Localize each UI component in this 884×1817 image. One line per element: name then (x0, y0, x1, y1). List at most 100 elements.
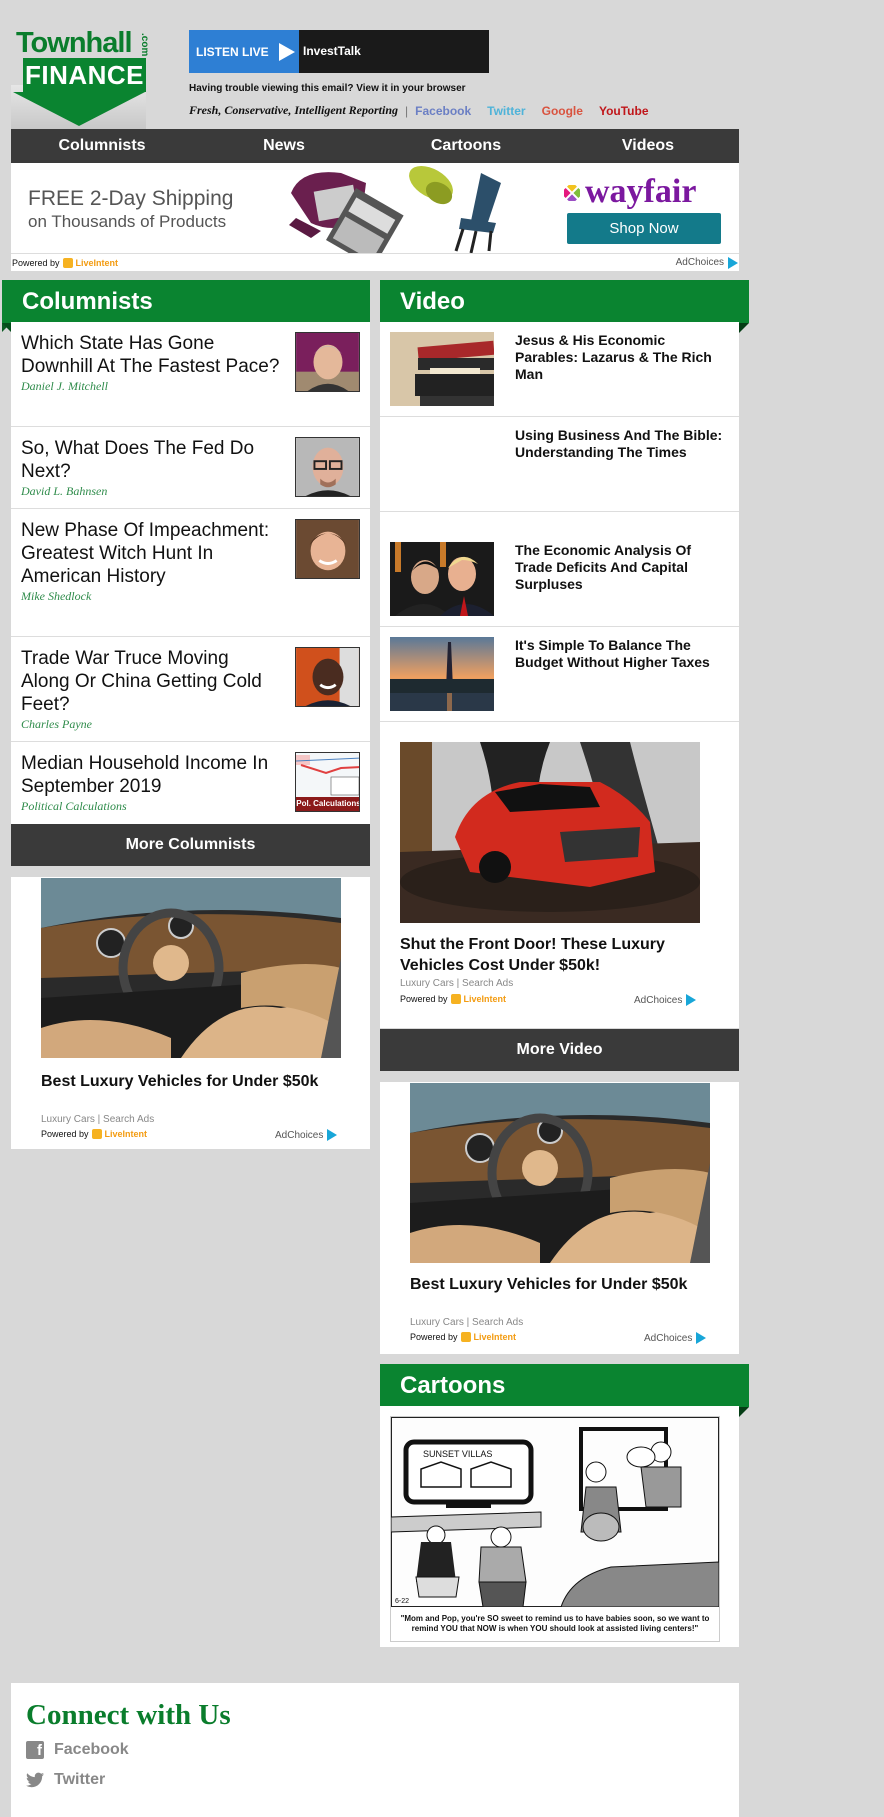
twitter-icon (26, 1772, 44, 1788)
video-list: Jesus & His Economic Parables: Lazarus &… (380, 322, 739, 1028)
townhall-finance-logo[interactable]: Townhall .com FINANCE (11, 25, 150, 129)
banner-ad-headline: FREE 2-Day Shipping (28, 187, 234, 210)
more-video-button[interactable]: More Video (380, 1029, 739, 1071)
video-title[interactable]: Jesus & His Economic Parables: Lazarus &… (515, 332, 730, 383)
columnist-photo-shedlock[interactable] (295, 519, 360, 579)
header-twitter-link[interactable]: Twitter (487, 104, 525, 118)
logo-arrow-icon (13, 92, 145, 126)
video-thumb-washington-monument[interactable] (390, 637, 494, 711)
main-nav: Columnists News Cartoons Videos (11, 129, 739, 163)
ad-title[interactable]: Best Luxury Vehicles for Under $50k (41, 1071, 341, 1092)
columnist-item[interactable]: Median Household Income In September 201… (11, 742, 370, 824)
video-header: Video (380, 280, 749, 333)
powered-by-liveintent[interactable]: Powered by LiveIntent (410, 1332, 516, 1342)
listen-live-label: LISTEN LIVE (196, 44, 269, 59)
adchoices-link[interactable]: AdChoices (675, 256, 738, 269)
columnist-author[interactable]: Charles Payne (21, 717, 360, 732)
header-facebook-link[interactable]: Facebook (415, 104, 471, 118)
columnist-photo-bahnsen[interactable] (295, 437, 360, 497)
video-thumb-bibles[interactable] (390, 332, 494, 406)
more-columnists-button[interactable]: More Columnists (11, 824, 370, 866)
tv-screen-text: SUNSET VILLAS (423, 1449, 492, 1459)
columnist-title[interactable]: Trade War Truce Moving Along Or China Ge… (21, 647, 281, 716)
adchoices-icon (696, 1332, 707, 1344)
columnist-photo-pol-calc[interactable]: Pol. Calculations (295, 752, 360, 812)
ad-title[interactable]: Shut the Front Door! These Luxury Vehicl… (400, 934, 700, 976)
video-title[interactable]: The Economic Analysis Of Trade Deficits … (515, 542, 730, 593)
luxury-vehicles-ad-right[interactable]: Best Luxury Vehicles for Under $50k Luxu… (380, 1082, 739, 1354)
wayfair-pinwheel-icon (564, 185, 580, 201)
liveintent-label: LiveIntent (104, 1129, 148, 1139)
cartoons-header: Cartoons (380, 1364, 749, 1417)
nav-cartoons[interactable]: Cartoons (375, 129, 557, 163)
columnist-title[interactable]: Which State Has Gone Downhill At The Fas… (21, 332, 281, 378)
adchoices-label: AdChoices (675, 257, 724, 268)
ad-title[interactable]: Best Luxury Vehicles for Under $50k (410, 1274, 710, 1295)
twitter-label: Twitter (54, 1771, 106, 1788)
columnists-header: Columnists (2, 280, 370, 332)
footer-facebook-link[interactable]: f Facebook (26, 1741, 129, 1759)
connect-title: Connect with Us (26, 1699, 231, 1731)
view-in-browser-link[interactable]: Having trouble viewing this email? View … (189, 83, 466, 94)
wayfair-banner-ad[interactable]: FREE 2-Day Shipping on Thousands of Prod… (11, 163, 739, 271)
chair-icon (454, 173, 501, 253)
header-youtube-link[interactable]: YouTube (599, 104, 649, 118)
adchoices-link[interactable]: AdChoices (275, 1129, 338, 1141)
listen-live-bar[interactable]: LISTEN LIVE InvestTalk (189, 30, 489, 73)
car-interior-image[interactable] (41, 878, 341, 1058)
cartoon-date: 6-22 (395, 1598, 409, 1605)
powered-by-liveintent[interactable]: Powered by LiveIntent (12, 257, 119, 268)
adchoices-icon (327, 1129, 338, 1141)
video-title[interactable]: Using Business And The Bible: Understand… (515, 427, 730, 461)
red-sedan-image[interactable] (400, 742, 700, 923)
liveintent-label: LiveIntent (75, 257, 119, 268)
luxury-vehicles-ad-left[interactable]: Best Luxury Vehicles for Under $50k Luxu… (11, 877, 370, 1149)
shop-now-button[interactable]: Shop Now (567, 213, 721, 244)
product-images (289, 165, 501, 253)
adchoices-icon (686, 994, 697, 1006)
adchoices-link[interactable]: AdChoices (644, 1332, 707, 1344)
columnist-photo-mitchell[interactable] (295, 332, 360, 392)
powered-by-label: Powered by (41, 1129, 89, 1139)
columnist-item[interactable]: So, What Does The Fed Do Next? David L. … (11, 427, 370, 509)
nav-videos[interactable]: Videos (557, 129, 739, 163)
play-icon (278, 42, 295, 61)
video-item[interactable]: It's Simple To Balance The Budget Withou… (380, 627, 739, 722)
liveintent-icon (460, 1332, 471, 1342)
facebook-label: Facebook (54, 1741, 129, 1758)
video-item[interactable]: Jesus & His Economic Parables: Lazarus &… (380, 322, 739, 417)
liveintent-icon (450, 994, 461, 1004)
logo-finance-text: FINANCE (23, 58, 146, 92)
video-item[interactable]: Using Business And The Bible: Understand… (380, 417, 739, 512)
video-thumb-xi-trump[interactable] (390, 542, 494, 616)
car-interior-image[interactable] (410, 1083, 710, 1263)
columnist-author[interactable]: Mike Shedlock (21, 589, 360, 604)
header-google-link[interactable]: Google (542, 104, 583, 118)
adchoices-link[interactable]: AdChoices (634, 994, 697, 1006)
editorial-cartoon[interactable]: SUNSET VILLAS 6-22 "Mom and Pop, you're … (390, 1416, 720, 1642)
video-title[interactable]: It's Simple To Balance The Budget Withou… (515, 637, 730, 671)
video-item[interactable]: The Economic Analysis Of Trade Deficits … (380, 512, 739, 627)
powered-by-liveintent[interactable]: Powered by LiveIntent (400, 994, 506, 1004)
adchoices-label: AdChoices (275, 1129, 324, 1141)
columnist-title[interactable]: New Phase Of Impeachment: Greatest Witch… (21, 519, 281, 588)
columnist-photo-payne[interactable] (295, 647, 360, 707)
banner-ad-image[interactable]: FREE 2-Day Shipping on Thousands of Prod… (11, 163, 739, 253)
chart-thumbnail-icon (296, 753, 359, 798)
powered-by-liveintent[interactable]: Powered by LiveIntent (41, 1129, 147, 1139)
wayfair-logo: wayfair (585, 173, 697, 210)
luxury-vehicles-ad-video[interactable]: Shut the Front Door! These Luxury Vehicl… (380, 722, 739, 1028)
cartoon-container: SUNSET VILLAS 6-22 "Mom and Pop, you're … (380, 1406, 739, 1647)
columnist-item[interactable]: Trade War Truce Moving Along Or China Ge… (11, 637, 370, 742)
columnist-item[interactable]: New Phase Of Impeachment: Greatest Witch… (11, 509, 370, 637)
logo-dotcom-text: .com (139, 33, 150, 57)
footer-twitter-link[interactable]: Twitter (26, 1771, 105, 1789)
columnist-item[interactable]: Which State Has Gone Downhill At The Fas… (11, 322, 370, 427)
banner-ad-footer: Powered by LiveIntent AdChoices (11, 253, 739, 271)
nav-columnists[interactable]: Columnists (11, 129, 193, 163)
columnist-title[interactable]: Median Household Income In September 201… (21, 752, 281, 798)
listen-live-button[interactable]: LISTEN LIVE (189, 30, 299, 73)
nav-news[interactable]: News (193, 129, 375, 163)
separator: | (405, 103, 409, 118)
columnist-title[interactable]: So, What Does The Fed Do Next? (21, 437, 281, 483)
